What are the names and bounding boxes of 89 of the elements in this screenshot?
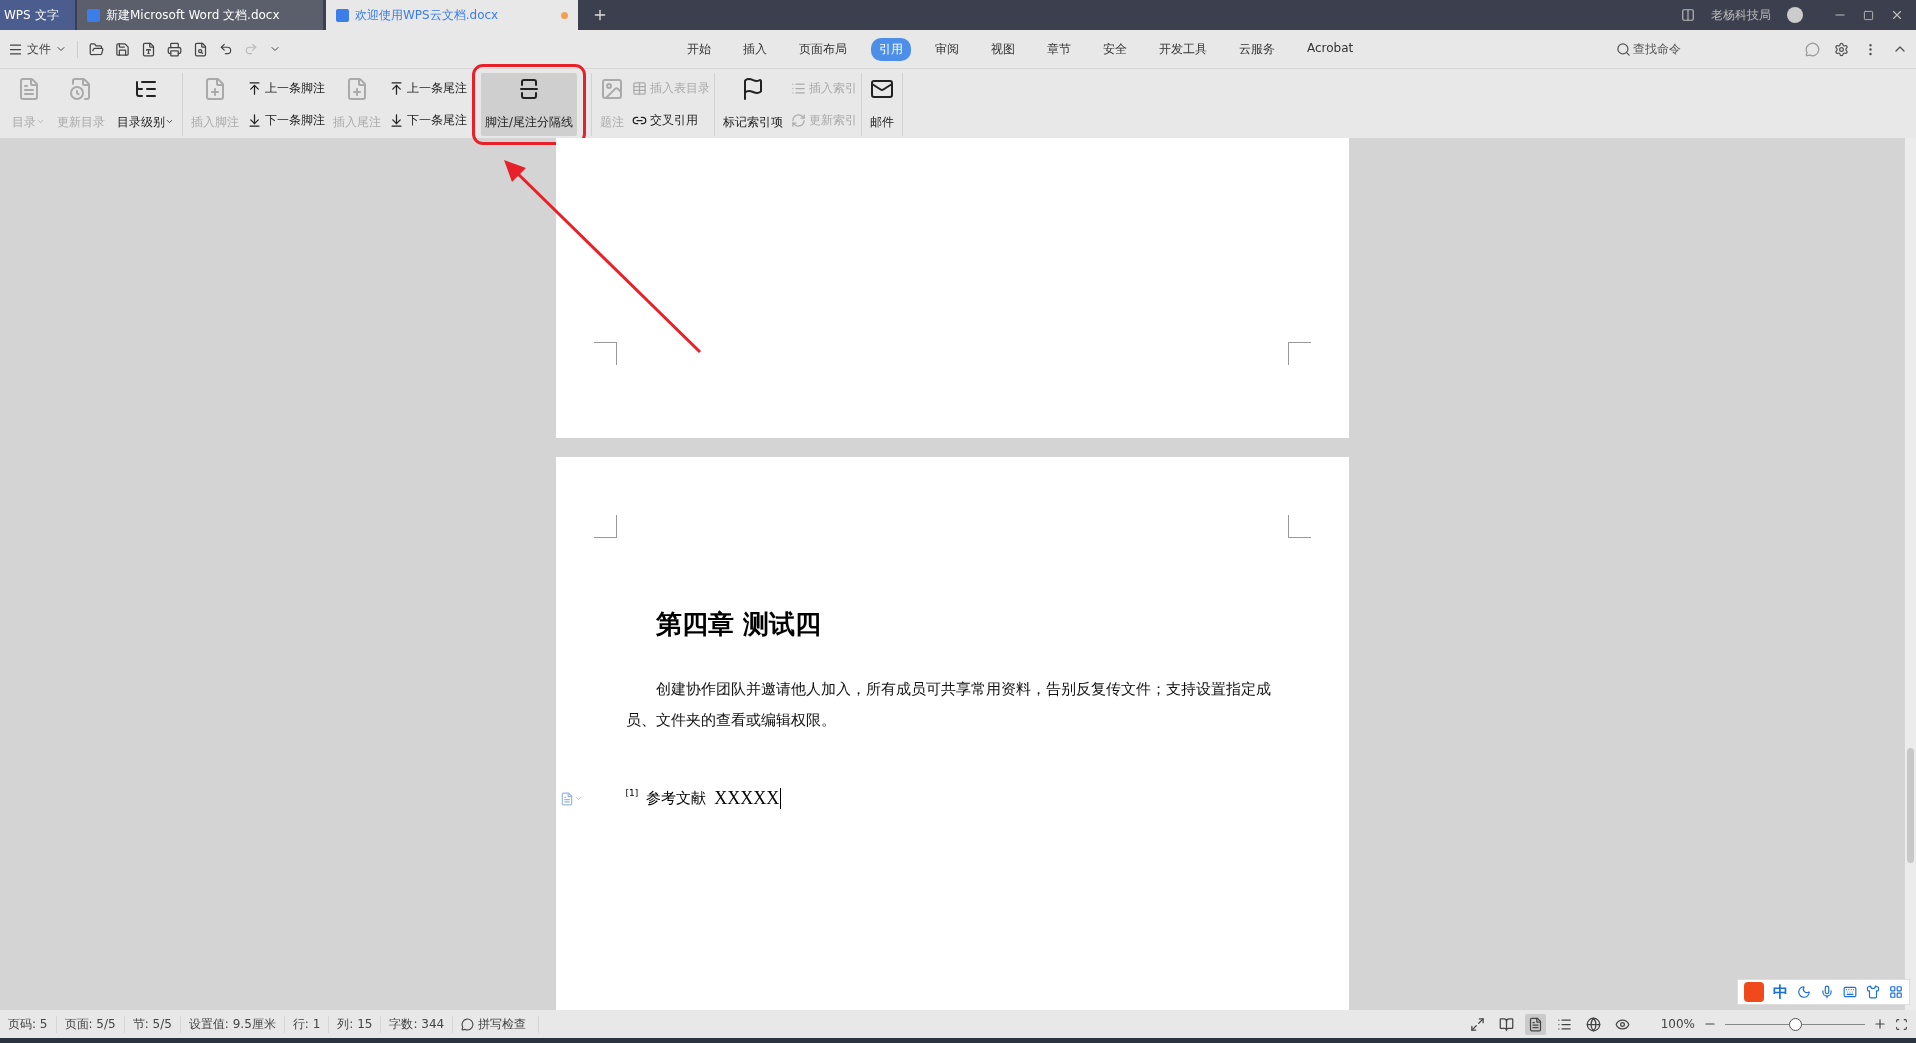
scrollbar[interactable]	[1905, 138, 1916, 1010]
keyboard-icon[interactable]	[1843, 985, 1857, 999]
input-mode[interactable]: 中	[1773, 982, 1788, 1002]
arrow-up-icon	[247, 81, 262, 97]
list-icon	[1556, 1016, 1572, 1032]
avatar[interactable]	[1787, 7, 1803, 23]
document-icon	[69, 77, 93, 101]
menu-tab[interactable]: 章节	[1039, 37, 1079, 61]
settings-icon[interactable]	[1834, 41, 1849, 57]
menu-tab[interactable]: 插入	[735, 37, 775, 61]
input-method-bar[interactable]: 中	[1737, 979, 1910, 1005]
crop-mark	[1287, 342, 1311, 365]
logo-icon	[1744, 982, 1764, 1002]
expand-icon	[1469, 1016, 1485, 1032]
zoom-in-icon[interactable]	[1873, 1017, 1887, 1031]
ribbon-button[interactable]: 目录级别	[113, 73, 178, 136]
table-icon	[631, 81, 647, 97]
status-item: 页面: 5/5	[56, 1015, 125, 1033]
book-icon	[1498, 1016, 1514, 1032]
document-icon	[345, 77, 369, 101]
slider-thumb[interactable]	[1789, 1017, 1802, 1031]
ribbon-button[interactable]: 上一条脚注	[247, 81, 325, 97]
folder-icon[interactable]	[89, 41, 104, 57]
microphone-icon[interactable]	[1820, 985, 1834, 999]
grid-icon[interactable]	[1889, 985, 1903, 999]
chapter-heading: 第四章 测试四	[654, 608, 822, 641]
view-button[interactable]	[1524, 1013, 1546, 1035]
eye-icon	[1614, 1016, 1630, 1032]
fit-icon[interactable]	[1895, 1017, 1908, 1031]
footnote-mark: [1]	[625, 788, 639, 798]
search-command[interactable]: 查找命令	[1616, 40, 1681, 58]
envelope-icon	[869, 77, 894, 101]
search-icon	[1616, 41, 1631, 57]
globe-icon	[1585, 1016, 1601, 1032]
spell-check[interactable]: 拼写检查	[453, 1015, 540, 1033]
menu-tab[interactable]: 审阅	[927, 37, 967, 61]
status-item: 页码: 5	[0, 1015, 57, 1033]
ribbon-button[interactable]: 邮件	[865, 73, 898, 136]
moon-icon[interactable]	[1797, 985, 1811, 999]
ribbon-button[interactable]: 下一条脚注	[247, 112, 325, 128]
status-item: 列: 15	[329, 1015, 382, 1033]
image-icon	[599, 77, 624, 101]
status-item: 设置值: 9.5厘米	[180, 1015, 285, 1033]
ribbon-button[interactable]: 交叉引用	[631, 112, 710, 128]
document-tab[interactable]: 新建Microsoft Word 文档.docx	[77, 0, 323, 30]
crop-mark	[1287, 515, 1311, 538]
arrow-up-icon	[389, 81, 404, 97]
document-icon[interactable]	[141, 41, 156, 57]
menu-tab[interactable]: Acrobat	[1299, 37, 1362, 61]
app-label[interactable]: WPS 文字	[0, 0, 75, 30]
new-tab-icon[interactable]	[592, 7, 608, 23]
document-icon	[203, 77, 227, 101]
undo-icon[interactable]	[219, 42, 233, 56]
document-icon	[87, 8, 100, 22]
arrow-down-icon	[389, 112, 404, 128]
close-icon[interactable]	[1890, 8, 1904, 22]
ribbon-button[interactable]: 上一条尾注	[389, 81, 467, 97]
file-menu[interactable]: 文件	[8, 40, 78, 58]
footnote-text: XXXXX	[714, 788, 782, 809]
refresh-icon	[790, 112, 806, 128]
menu-tab[interactable]: 开发工具	[1151, 37, 1215, 61]
menu-tab[interactable]: 页面布局	[791, 37, 855, 61]
crop-mark	[593, 515, 617, 538]
preview-icon[interactable]	[193, 41, 208, 57]
arrow-down-icon	[247, 112, 262, 128]
list-icon	[790, 81, 806, 97]
ribbon-button[interactable]: 下一条尾注	[389, 112, 467, 128]
menu-tab[interactable]: 安全	[1095, 37, 1135, 61]
user-name[interactable]: 老杨科技局	[1711, 6, 1771, 24]
status-item: 行: 1	[284, 1015, 330, 1033]
status-item: 节: 5/5	[124, 1015, 181, 1033]
layout-icon[interactable]	[1681, 8, 1695, 22]
menu-tab[interactable]: 云服务	[1231, 37, 1283, 61]
menu-icon	[8, 41, 23, 57]
crop-mark	[593, 342, 617, 365]
printer-icon[interactable]	[167, 41, 182, 57]
save-icon[interactable]	[115, 41, 130, 57]
shirt-icon[interactable]	[1866, 985, 1880, 999]
restore-icon[interactable]	[1863, 9, 1874, 21]
menu-tab[interactable]: 开始	[679, 37, 719, 61]
zoom-level[interactable]: 100%	[1660, 1017, 1695, 1031]
document-icon	[336, 8, 349, 22]
ribbon-button[interactable]: 脚注/尾注分隔线	[481, 73, 577, 136]
status-item: 字数: 344	[381, 1015, 454, 1033]
page-icon	[1527, 1016, 1543, 1032]
body-paragraph: 创建协作团队并邀请他人加入，所有成员可共享常用资料，告别反复传文件；支持设置指定成员、文件夹的查看或编辑权限。	[625, 679, 1272, 731]
footnote-label: 参考文献	[646, 789, 707, 808]
menu-tab[interactable]: 视图	[983, 37, 1023, 61]
ribbon-button[interactable]: 标记索引项	[718, 73, 787, 136]
